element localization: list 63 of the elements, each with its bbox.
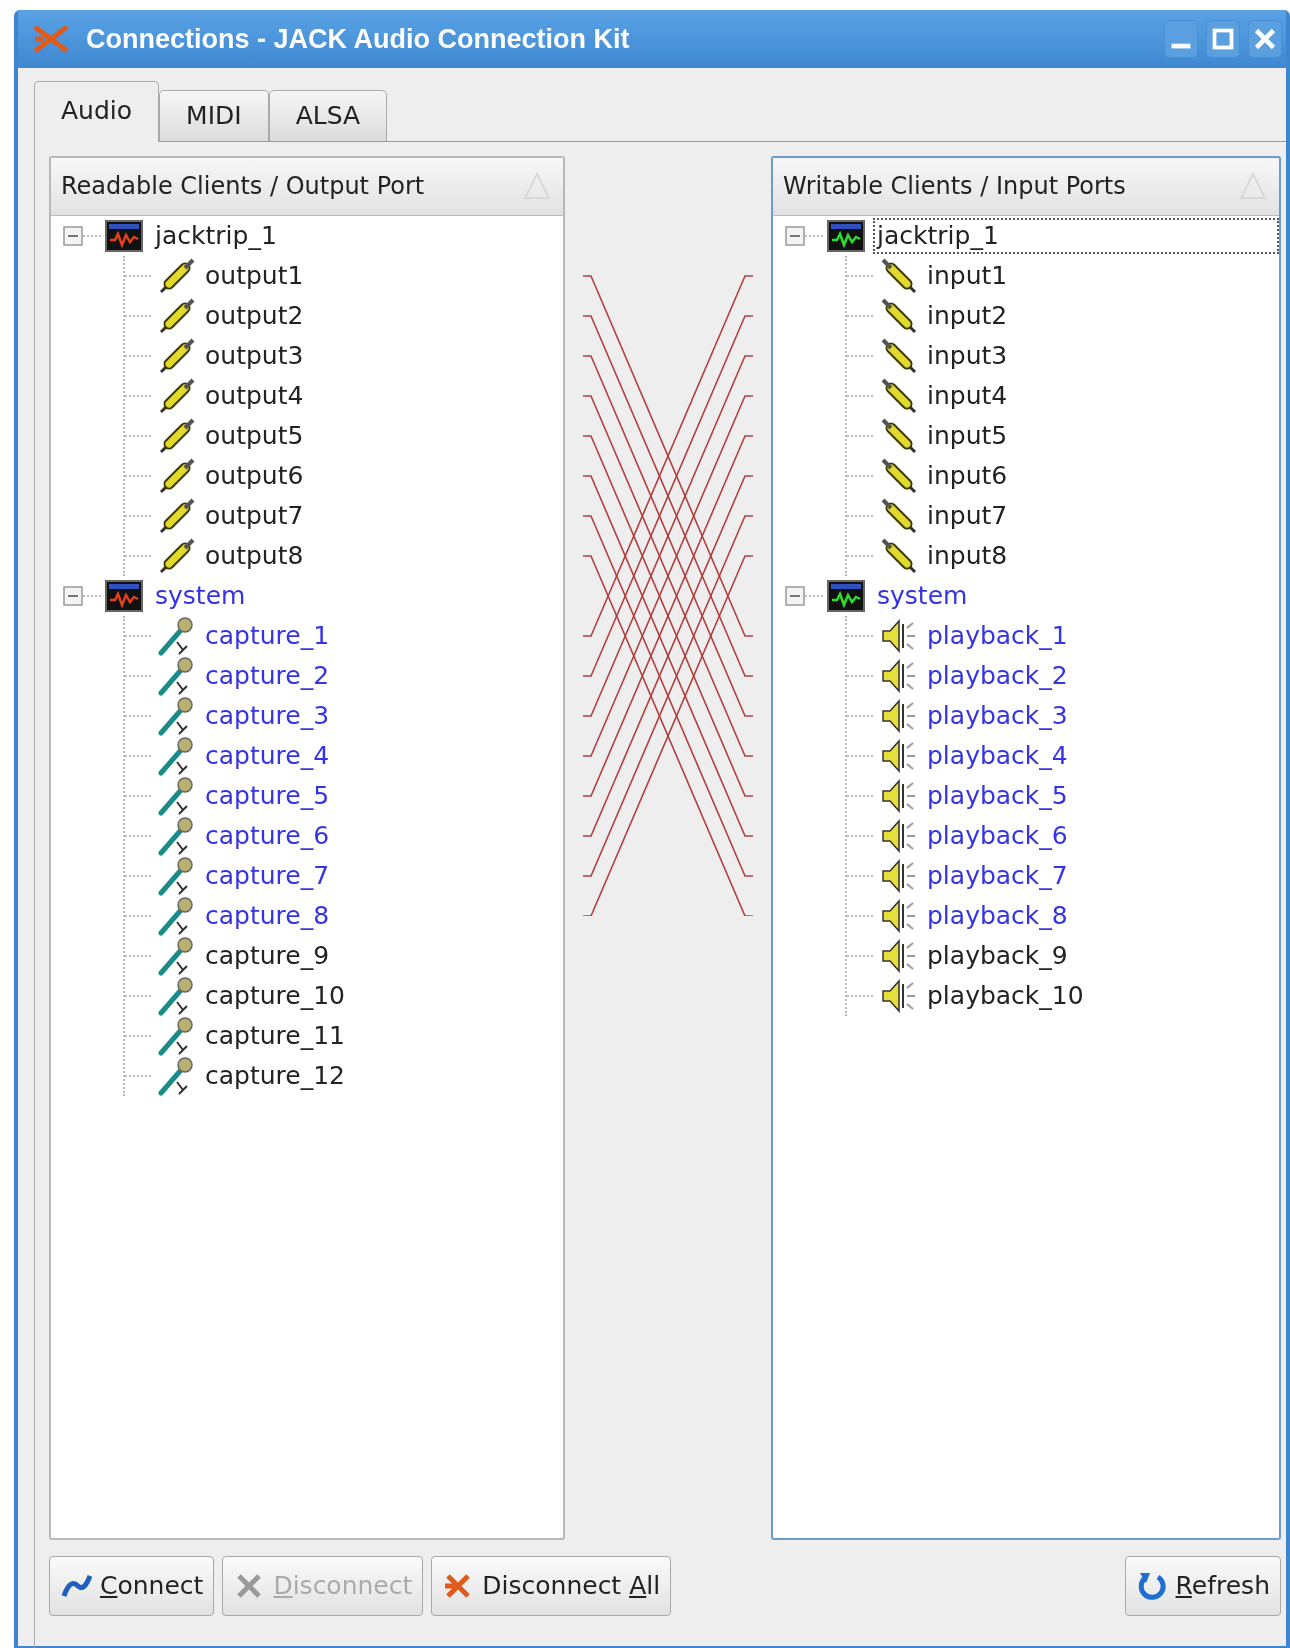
port-name[interactable]: capture_8 [205,896,330,935]
column-header[interactable]: Readable Clients / Output Port [51,157,563,216]
collapse-icon[interactable] [785,225,805,246]
port-name[interactable]: input7 [927,496,1008,535]
port-name[interactable]: input8 [927,536,1008,575]
client-icon [827,219,865,252]
app-logo-icon [32,24,70,54]
port-name[interactable]: playback_1 [927,616,1068,655]
port-name[interactable]: output6 [205,456,304,495]
port-name[interactable]: input6 [927,456,1008,495]
port-name[interactable]: output3 [205,336,304,375]
client-name[interactable]: jacktrip_1 [873,217,1279,254]
port-name[interactable]: capture_2 [205,656,330,695]
port-name[interactable]: playback_3 [927,696,1068,735]
collapse-icon[interactable] [63,225,83,246]
port-name[interactable]: output8 [205,536,304,575]
client-icon [105,579,143,612]
port-name[interactable]: playback_5 [927,776,1068,815]
port-name[interactable]: input5 [927,416,1008,455]
client-icon [827,579,865,612]
port-name[interactable]: output5 [205,416,304,455]
port-name[interactable]: playback_7 [927,856,1068,895]
client-name[interactable]: system [873,577,972,614]
port-name[interactable]: capture_10 [205,976,345,1015]
column-header[interactable]: Writable Clients / Input Ports [773,157,1279,216]
close-icon[interactable] [1248,20,1282,58]
tab[interactable]: ALSA [268,90,388,141]
client-name[interactable]: system [151,577,250,614]
port-name[interactable]: input3 [927,336,1008,375]
port-name[interactable]: output2 [205,296,304,335]
tab[interactable]: MIDI [159,90,269,141]
refresh-button[interactable]: Refresh [1124,1555,1281,1616]
port-name[interactable]: capture_1 [205,616,330,655]
port-name[interactable]: capture_3 [205,696,330,735]
connect-button[interactable]: Connect [49,1555,215,1616]
port-name[interactable]: playback_9 [927,936,1068,975]
client-icon [105,219,143,252]
port-name[interactable]: playback_8 [927,896,1068,935]
port-name[interactable]: playback_10 [927,976,1084,1015]
port-name[interactable]: output4 [205,376,304,415]
port-name[interactable]: capture_6 [205,816,330,855]
port-name[interactable]: capture_9 [205,936,330,975]
port-name[interactable]: input2 [927,296,1008,335]
port-name[interactable]: capture_4 [205,736,330,775]
port-name[interactable]: capture_5 [205,776,330,815]
port-name[interactable]: capture_7 [205,856,330,895]
port-name[interactable]: capture_12 [205,1056,345,1095]
port-name[interactable]: playback_2 [927,656,1068,695]
disconnect-all-button[interactable]: Disconnect All [431,1555,672,1616]
port-name[interactable]: playback_4 [927,736,1068,775]
collapse-icon[interactable] [63,585,83,606]
port-name[interactable]: playback_6 [927,816,1068,855]
port-name[interactable]: input1 [927,256,1008,295]
window-title: Connections - JACK Audio Connection Kit [86,22,630,56]
maximize-icon[interactable] [1206,20,1240,58]
port-name[interactable]: input4 [927,376,1008,415]
port-name[interactable]: capture_11 [205,1016,345,1055]
port-name[interactable]: output1 [205,256,304,295]
port-name[interactable]: output7 [205,496,304,535]
collapse-icon[interactable] [785,585,805,606]
minimize-icon[interactable] [1164,20,1198,58]
tab[interactable]: Audio [34,81,160,142]
client-name[interactable]: jacktrip_1 [151,217,281,254]
